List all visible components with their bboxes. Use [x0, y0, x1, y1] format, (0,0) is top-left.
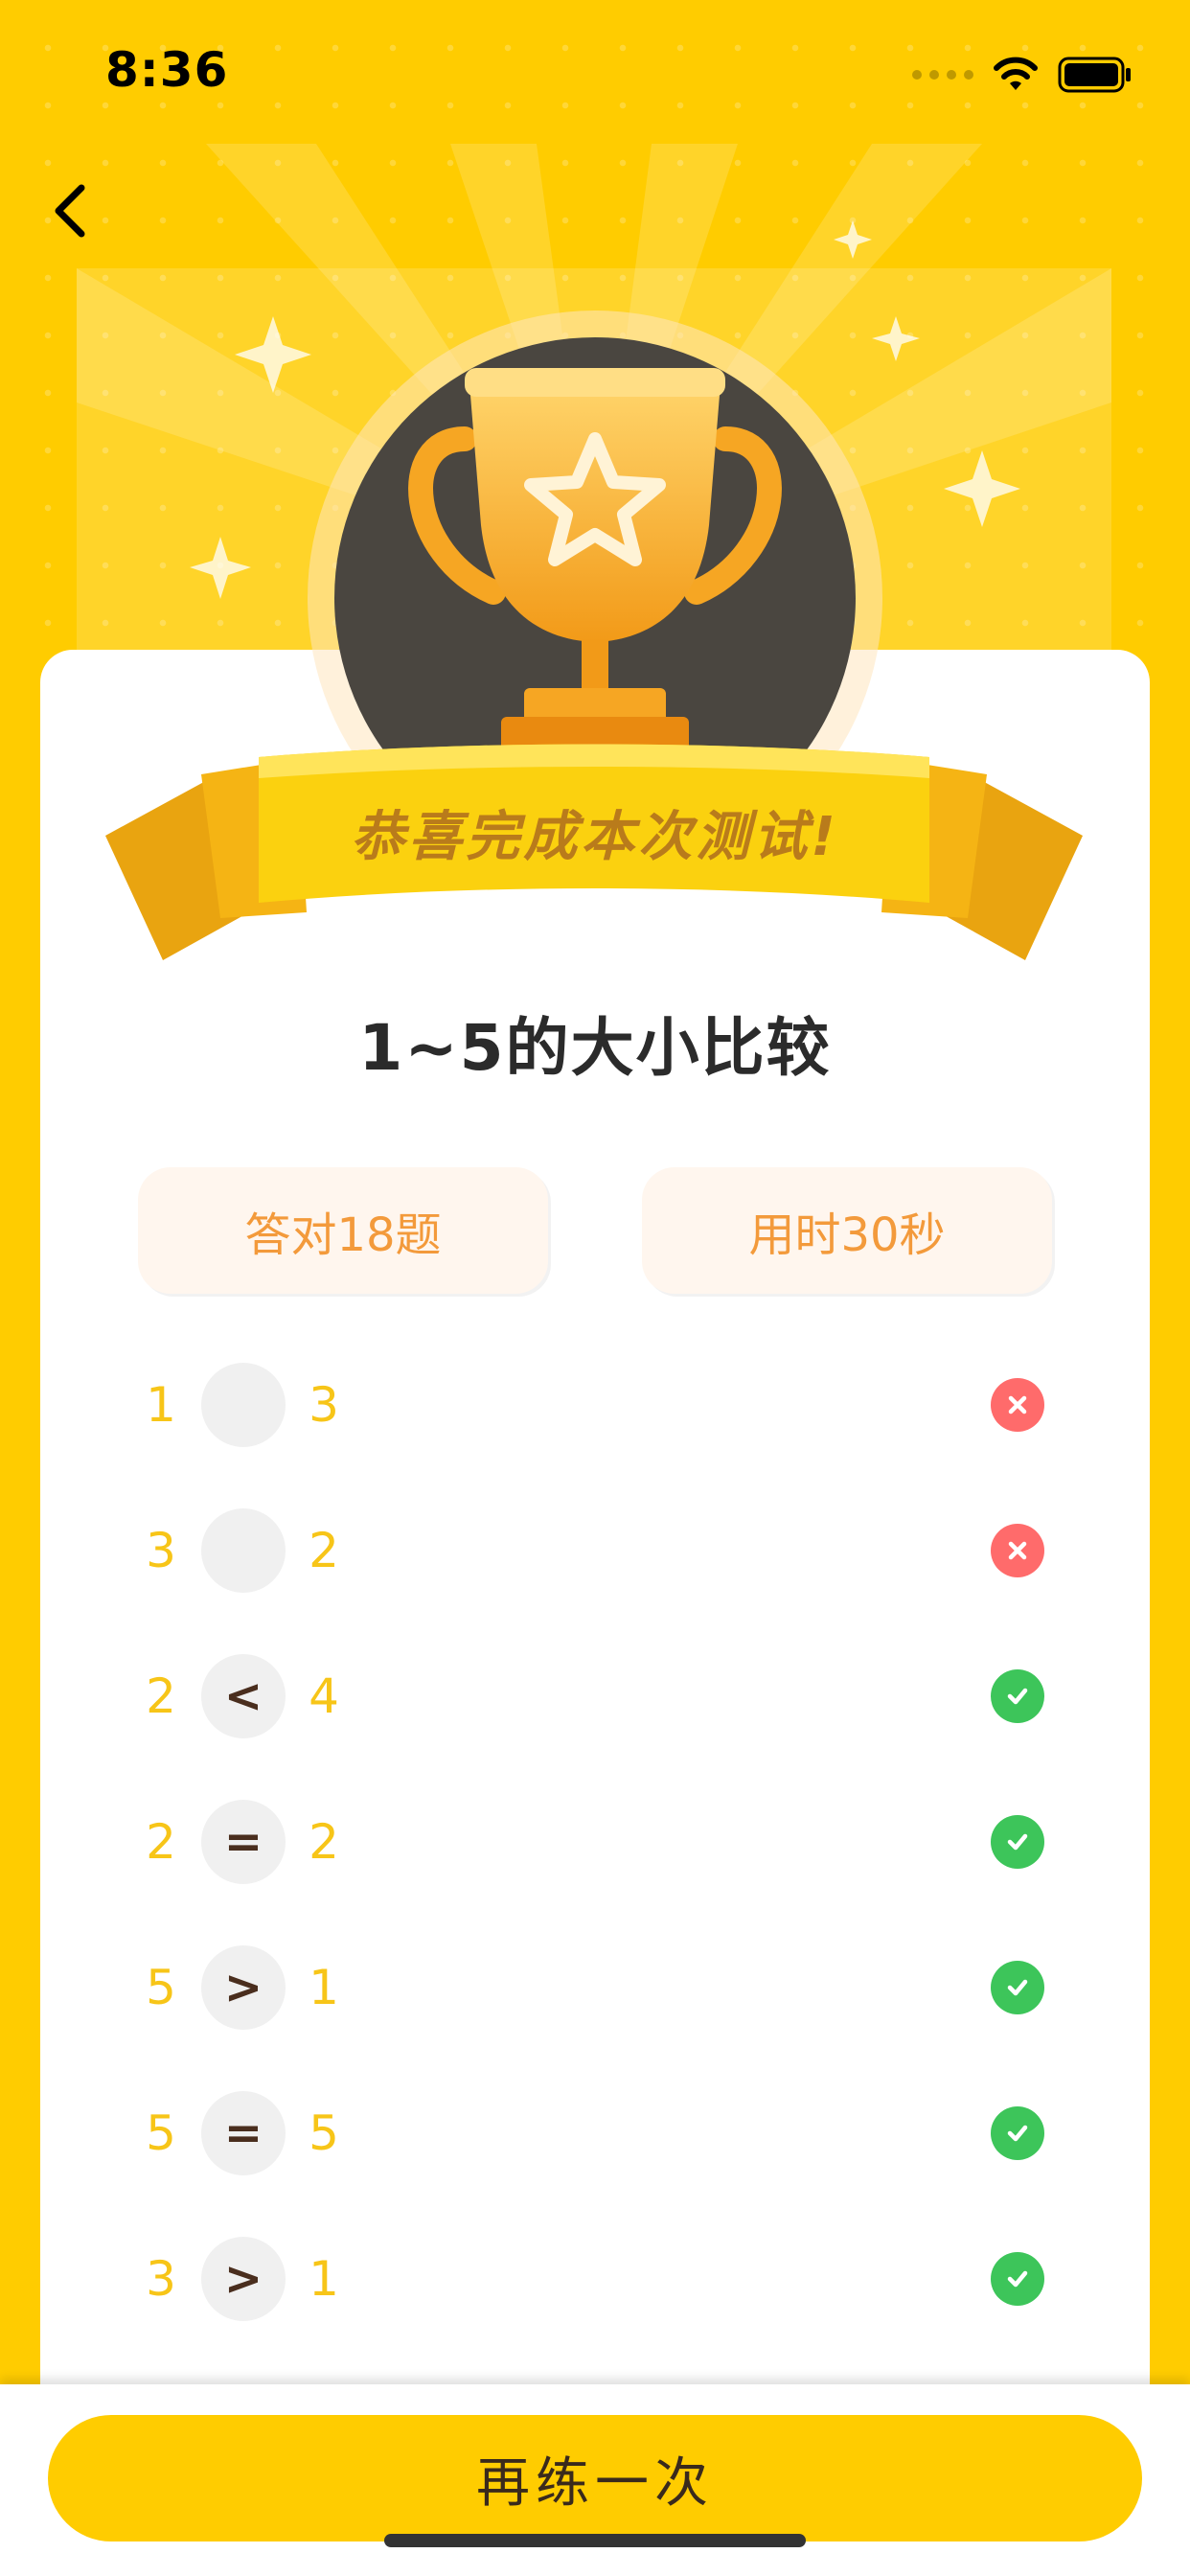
- left-number: 2: [146, 1814, 176, 1870]
- chevron-left-icon: [55, 184, 85, 238]
- operator-slot[interactable]: >: [201, 2237, 286, 2321]
- status-icons: [912, 54, 1133, 96]
- left-number: 5: [146, 1960, 176, 2015]
- operator-slot[interactable]: [201, 1363, 286, 1447]
- check-icon: [991, 1961, 1044, 2014]
- question-row: 3 2: [0, 1478, 1190, 1623]
- congrats-text: 恭喜完成本次测试!: [351, 805, 839, 868]
- check-icon: [991, 2252, 1044, 2306]
- question-row: 5 > 1: [0, 1915, 1190, 2060]
- operator-slot[interactable]: >: [201, 1945, 286, 2030]
- question-row: 1 3: [0, 1332, 1190, 1478]
- home-indicator: [384, 2534, 806, 2547]
- retry-button[interactable]: 再练一次: [48, 2415, 1142, 2542]
- operator-slot[interactable]: =: [201, 2091, 286, 2175]
- left-number: 5: [146, 2105, 176, 2161]
- right-number: 4: [309, 1668, 339, 1724]
- right-number: 2: [309, 1523, 339, 1578]
- check-icon: [991, 2106, 1044, 2160]
- right-number: 1: [309, 2251, 339, 2307]
- right-number: 1: [309, 1960, 339, 2015]
- left-number: 3: [146, 1523, 176, 1578]
- operator-slot[interactable]: [201, 1508, 286, 1593]
- wrong-icon: [991, 1378, 1044, 1432]
- operator-slot[interactable]: <: [201, 1654, 286, 1738]
- question-row: 2 = 2: [0, 1769, 1190, 1915]
- right-number: 3: [309, 1377, 339, 1433]
- signal-dots-icon: [912, 70, 973, 80]
- wifi-icon: [994, 57, 1038, 90]
- time-used-badge: 用时30秒: [642, 1167, 1052, 1294]
- left-number: 3: [146, 2251, 176, 2307]
- left-number: 2: [146, 1668, 176, 1724]
- operator-slot[interactable]: =: [201, 1800, 286, 1884]
- correct-count-badge: 答对18题: [138, 1167, 548, 1294]
- check-icon: [991, 1669, 1044, 1723]
- back-button[interactable]: [36, 172, 103, 249]
- question-row: 3 > 1: [0, 2206, 1190, 2352]
- question-row: 2 < 4: [0, 1623, 1190, 1769]
- battery-icon: [1058, 57, 1131, 93]
- wrong-icon: [991, 1524, 1044, 1577]
- left-number: 1: [146, 1377, 176, 1433]
- status-time: 8:36: [105, 42, 229, 98]
- question-row: 5 = 5: [0, 2060, 1190, 2206]
- quiz-title: 1~5的大小比较: [358, 1011, 832, 1085]
- check-icon: [991, 1815, 1044, 1869]
- right-number: 5: [309, 2105, 339, 2161]
- right-number: 2: [309, 1814, 339, 1870]
